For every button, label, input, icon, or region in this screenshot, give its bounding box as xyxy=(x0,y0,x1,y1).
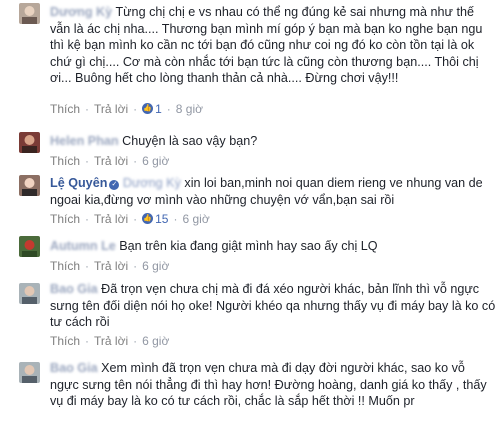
separator-dot: · xyxy=(133,333,138,348)
reply-link[interactable]: Trả lời xyxy=(94,212,128,226)
verified-badge-icon: ✓ xyxy=(109,180,120,190)
comment-body: Bao Gia Xem mình đã trọn vẹn chưa mà đi … xyxy=(50,360,496,410)
comment-body: Autumn Le Bạn trên kia đang giật mình ha… xyxy=(50,238,496,255)
avatar[interactable] xyxy=(19,175,40,196)
comment-actions: Thích · Trả lời · 6 giờ xyxy=(50,333,169,348)
timestamp[interactable]: 6 giờ xyxy=(182,212,209,226)
comment-author[interactable]: Dương Kỳ xyxy=(50,5,112,19)
reaction-count[interactable]: 15 xyxy=(155,212,168,226)
separator-dot: · xyxy=(166,101,171,116)
like-link[interactable]: Thích xyxy=(50,102,80,116)
avatar[interactable] xyxy=(19,236,40,257)
separator-dot: · xyxy=(173,211,178,226)
separator-dot: · xyxy=(85,258,90,273)
comment-body: Bao Gia Đã trọn vẹn chưa chị mà đi đá xé… xyxy=(50,281,496,331)
like-link[interactable]: Thích xyxy=(50,334,80,348)
reply-link[interactable]: Trả lời xyxy=(94,259,128,273)
comment-actions: Thích · Trả lời · 👍 1 · 8 giờ xyxy=(50,101,203,116)
reply-link[interactable]: Trả lời xyxy=(94,102,128,116)
comment-author[interactable]: Bao Gia xyxy=(50,361,98,375)
comment-body: Lệ Quyên ✓ Dương Kỳ xin loi ban,minh noi … xyxy=(50,175,496,208)
timestamp[interactable]: 6 giờ xyxy=(142,259,169,273)
like-link[interactable]: Thích xyxy=(50,212,80,226)
comment-author[interactable]: Autumn Le xyxy=(50,239,116,253)
comment-actions: Thích · Trả lời · 6 giờ xyxy=(50,258,169,273)
comment-text: Đã trọn vẹn chưa chị mà đi đá xéo người … xyxy=(50,282,496,329)
separator-dot: · xyxy=(133,211,138,226)
separator-dot: · xyxy=(85,101,90,116)
comment-author[interactable]: Bao Gia xyxy=(50,282,98,296)
reply-link[interactable]: Trả lời xyxy=(94,154,128,168)
comment-actions: Thích · Trả lời · 👍 15 · 6 giờ xyxy=(50,211,210,226)
timestamp[interactable]: 8 giờ xyxy=(176,102,203,116)
avatar[interactable] xyxy=(19,3,40,24)
comment-text: Bạn trên kia đang giật mình hay sao ấy c… xyxy=(119,239,378,253)
like-reaction-icon[interactable]: 👍 xyxy=(142,213,154,225)
separator-dot: · xyxy=(133,101,138,116)
separator-dot: · xyxy=(85,153,90,168)
timestamp[interactable]: 6 giờ xyxy=(142,334,169,348)
separator-dot: · xyxy=(85,211,90,226)
comment-author[interactable]: Helen Phan xyxy=(50,134,119,148)
timestamp[interactable]: 6 giờ xyxy=(142,154,169,168)
comment-author[interactable]: Lệ Quyên xyxy=(50,176,107,190)
reaction-count[interactable]: 1 xyxy=(155,102,162,116)
avatar[interactable] xyxy=(19,362,40,383)
separator-dot: · xyxy=(133,153,138,168)
comment-text: Chuyện là sao vậy bạn? xyxy=(122,134,258,148)
separator-dot: · xyxy=(85,333,90,348)
like-reaction-icon[interactable]: 👍 xyxy=(142,103,154,115)
like-link[interactable]: Thích xyxy=(50,154,80,168)
separator-dot: · xyxy=(133,258,138,273)
comment-mention[interactable]: Dương Kỳ xyxy=(123,176,181,190)
comment-text: Từng chị chị e vs nhau có thể ng đúng kẻ… xyxy=(50,5,483,85)
avatar[interactable] xyxy=(19,283,40,304)
comment-body: Dương Kỳ Từng chị chị e vs nhau có thể n… xyxy=(50,4,496,87)
like-link[interactable]: Thích xyxy=(50,259,80,273)
comment-body: Helen Phan Chuyện là sao vậy bạn? xyxy=(50,133,496,150)
comment-actions: Thích · Trả lời · 6 giờ xyxy=(50,153,169,168)
avatar[interactable] xyxy=(19,132,40,153)
reply-link[interactable]: Trả lời xyxy=(94,334,128,348)
comment-text: Xem mình đã trọn vẹn chưa mà đi dạy đời … xyxy=(50,361,487,408)
